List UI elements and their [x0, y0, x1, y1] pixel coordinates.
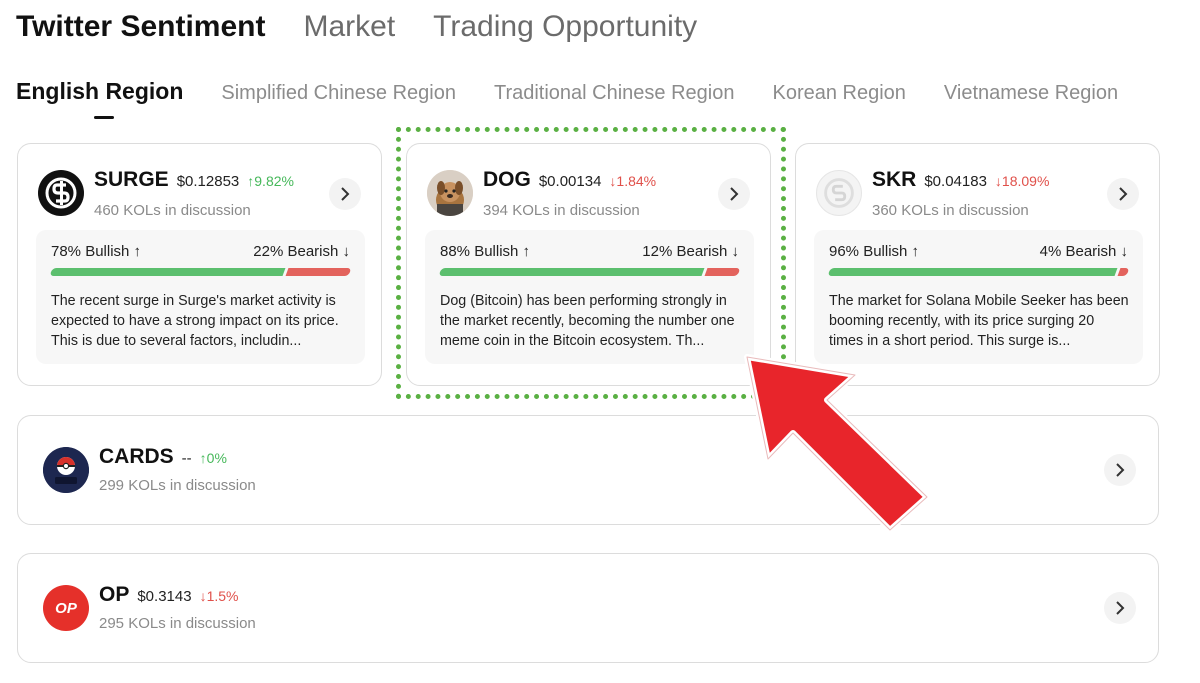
kols-count: 360 KOLs in discussion [872, 202, 1029, 219]
pointer-arrow-icon [744, 354, 930, 533]
tab-trading-opportunity[interactable]: Trading Opportunity [433, 10, 697, 44]
coin-price: $0.04183 [924, 173, 987, 190]
op-logo-icon: OP [43, 585, 89, 631]
coin-header: SKR $0.04183 ↓18.09% [872, 168, 1049, 192]
coin-row-op[interactable]: OP OP $0.3143 ↓1.5% 295 KOLs in discussi… [17, 553, 1159, 663]
coin-header: OP $0.3143 ↓1.5% [99, 583, 239, 607]
bearish-label: 22% Bearish ↓ [253, 243, 350, 260]
kols-count: 460 KOLs in discussion [94, 202, 251, 219]
highlight-box [396, 127, 786, 399]
bullish-bar [49, 268, 286, 276]
coin-symbol: SURGE [94, 168, 169, 191]
active-tab-indicator [94, 116, 114, 119]
sentiment-description: The market for Solana Mobile Seeker has … [829, 293, 1129, 349]
cards-logo-icon [43, 447, 89, 493]
tab-simplified-chinese-region[interactable]: Simplified Chinese Region [221, 82, 456, 105]
bullish-label: 78% Bullish ↑ [51, 243, 142, 260]
top-tabs: Twitter Sentiment Market Trading Opportu… [16, 10, 697, 44]
tab-market[interactable]: Market [303, 10, 395, 44]
tab-traditional-chinese-region[interactable]: Traditional Chinese Region [494, 82, 735, 105]
region-tabs: English Region Simplified Chinese Region… [16, 78, 1118, 105]
coin-header: SURGE $0.12853 ↑9.82% [94, 168, 294, 192]
tab-english-region[interactable]: English Region [16, 78, 183, 105]
skr-logo-icon [816, 170, 862, 216]
sentiment-bar [827, 268, 1130, 276]
price-change: ↑9.82% [247, 173, 294, 189]
coin-price: $0.3143 [137, 588, 192, 605]
op-logo-text: OP [55, 599, 77, 617]
sentiment-bar [49, 268, 352, 276]
kols-count: 299 KOLs in discussion [99, 477, 256, 494]
bullish-bar [827, 268, 1118, 276]
kols-count: 295 KOLs in discussion [99, 615, 256, 632]
coin-symbol: CARDS [99, 445, 174, 468]
bearish-bar [285, 268, 352, 276]
coin-header: CARDS -- ↑0% [99, 445, 227, 469]
bearish-bar [1117, 268, 1130, 276]
chevron-right-icon[interactable] [1104, 454, 1136, 486]
sentiment-panel: 96% Bullish ↑ 4% Bearish ↓ The market fo… [814, 230, 1143, 364]
chevron-right-icon[interactable] [1107, 178, 1139, 210]
sentiment-panel: 78% Bullish ↑ 22% Bearish ↓ The recent s… [36, 230, 365, 364]
coin-symbol: SKR [872, 168, 917, 191]
surge-logo-icon [38, 170, 84, 216]
price-change: ↓18.09% [994, 173, 1050, 189]
chevron-right-icon[interactable] [1104, 592, 1136, 624]
sentiment-description: The recent surge in Surge's market activ… [51, 293, 339, 349]
coin-symbol: OP [99, 583, 130, 606]
coin-card-surge[interactable]: SURGE $0.12853 ↑9.82% 460 KOLs in discus… [17, 143, 382, 386]
chevron-right-icon[interactable] [329, 178, 361, 210]
coin-price: $0.12853 [176, 173, 240, 190]
tab-twitter-sentiment[interactable]: Twitter Sentiment [16, 10, 265, 44]
price-change: ↑0% [199, 450, 227, 466]
price-change: ↓1.5% [199, 588, 239, 604]
bearish-label: 4% Bearish ↓ [1039, 243, 1128, 260]
tab-korean-region[interactable]: Korean Region [772, 82, 905, 105]
tab-vietnamese-region[interactable]: Vietnamese Region [944, 82, 1118, 105]
coin-price: -- [181, 450, 192, 467]
coin-row-cards[interactable]: CARDS -- ↑0% 299 KOLs in discussion [17, 415, 1159, 525]
bullish-label: 96% Bullish ↑ [829, 243, 920, 260]
